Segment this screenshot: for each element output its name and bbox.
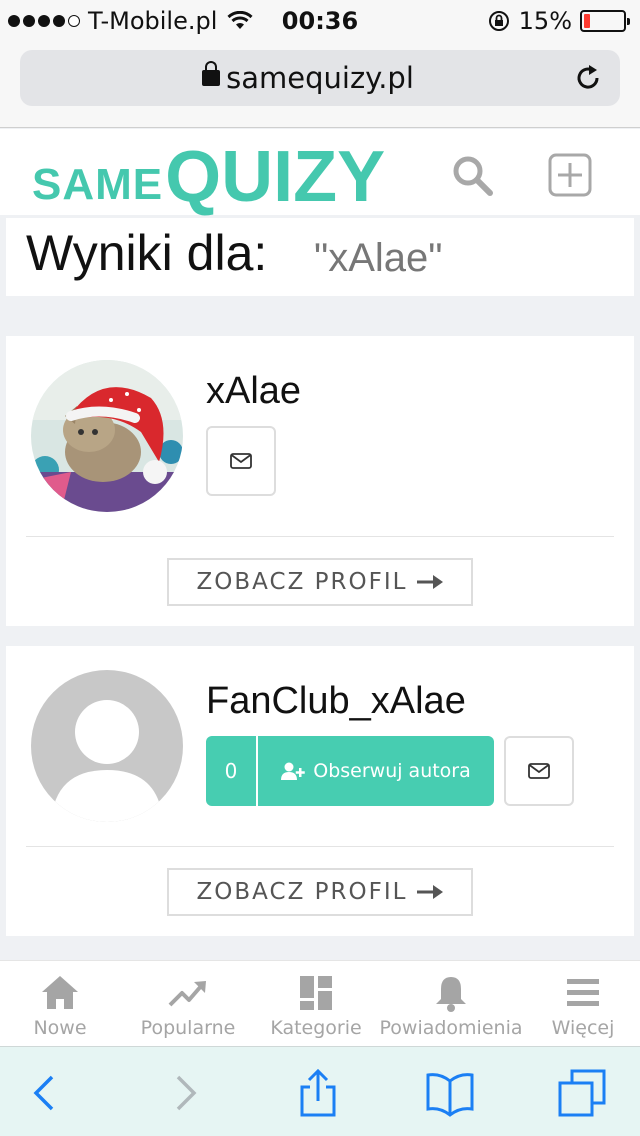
search-icon[interactable] — [450, 153, 494, 197]
site-logo[interactable]: SAME QUIZY — [32, 141, 385, 213]
back-icon[interactable] — [22, 1069, 70, 1117]
bell-icon — [436, 977, 466, 1012]
nav-item-powiadomienia[interactable]: Powiadomienia — [376, 961, 526, 1047]
nav-item-wiecej[interactable]: Więcej — [526, 961, 640, 1047]
add-user-icon — [281, 762, 305, 780]
browser-toolbar — [0, 1046, 640, 1136]
battery-icon — [580, 10, 630, 32]
results-query: "xAlae" — [314, 236, 443, 280]
forward-icon[interactable] — [160, 1069, 208, 1117]
home-icon — [42, 976, 78, 1009]
user-card: FanClub_xAlae 0 Obserwuj autora ZOBACZ P… — [6, 646, 634, 936]
arrow-right-icon — [417, 885, 444, 899]
menu-icon — [567, 979, 599, 1006]
battery-percent: 15% — [518, 7, 572, 35]
site-header: SAME QUIZY — [0, 129, 640, 215]
add-quiz-icon[interactable] — [548, 153, 592, 197]
reload-icon[interactable] — [574, 64, 602, 92]
follow-author-button[interactable]: Obserwuj autora — [258, 736, 494, 806]
avatar[interactable] — [31, 360, 183, 512]
address-bar[interactable]: samequizy.pl — [20, 50, 620, 106]
envelope-icon — [528, 763, 550, 779]
status-bar: T-Mobile.pl 00:36 15% — [0, 0, 640, 40]
view-profile-button[interactable]: ZOBACZ PROFIL — [167, 558, 473, 606]
avatar[interactable] — [31, 670, 183, 822]
bottom-navigation: Nowe Popularne Kategorie Powiadomienia W… — [0, 960, 640, 1046]
divider — [26, 536, 614, 537]
username[interactable]: xAlae — [206, 370, 301, 413]
follower-count: 0 — [206, 736, 258, 806]
results-label: Wyniki dla: — [26, 225, 268, 281]
message-button[interactable] — [206, 426, 276, 496]
nav-item-popularne[interactable]: Popularne — [120, 961, 256, 1047]
bookmarks-icon[interactable] — [426, 1069, 474, 1117]
grid-icon — [300, 976, 332, 1010]
search-results-heading: Wyniki dla: "xAlae" — [6, 218, 634, 296]
divider — [26, 846, 614, 847]
rotation-lock-icon — [488, 11, 509, 31]
view-profile-button[interactable]: ZOBACZ PROFIL — [167, 868, 473, 916]
envelope-icon — [230, 453, 252, 469]
url-text[interactable]: samequizy.pl — [20, 61, 620, 95]
username[interactable]: FanClub_xAlae — [206, 680, 466, 723]
share-icon[interactable] — [294, 1069, 342, 1117]
arrow-right-icon — [417, 575, 444, 589]
browser-address-area: samequizy.pl — [0, 40, 640, 128]
follow-button-group[interactable]: 0 Obserwuj autora — [206, 736, 494, 806]
trending-icon — [168, 981, 206, 1007]
tabs-icon[interactable] — [558, 1069, 606, 1117]
user-card: xAlae ZOBACZ PROFIL — [6, 336, 634, 626]
nav-item-nowe[interactable]: Nowe — [0, 961, 120, 1047]
message-button[interactable] — [504, 736, 574, 806]
nav-item-kategorie[interactable]: Kategorie — [256, 961, 376, 1047]
